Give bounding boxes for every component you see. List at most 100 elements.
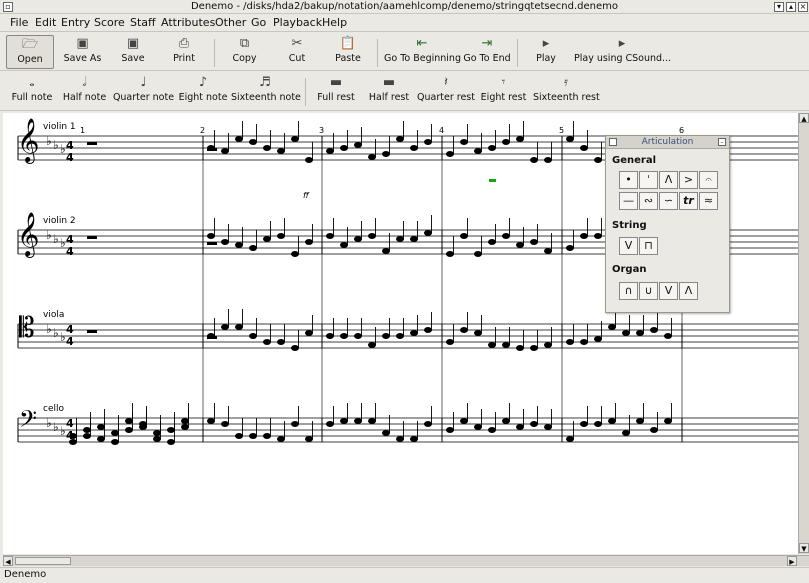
notehead[interactable] [167, 439, 175, 445]
menu-staff[interactable]: Staff [130, 16, 156, 30]
notehead[interactable] [368, 154, 376, 160]
notehead[interactable] [382, 151, 390, 157]
right-toe-button[interactable]: Λ [679, 282, 698, 300]
notehead[interactable] [446, 151, 454, 157]
tenuto-button[interactable]: — [619, 192, 638, 210]
notehead[interactable] [650, 327, 658, 333]
notehead[interactable] [207, 145, 215, 151]
notehead[interactable] [410, 145, 418, 151]
sixteenth-note-button[interactable]: ♬ Sixteenth note [231, 74, 301, 108]
menu-playback[interactable]: Playback [273, 16, 322, 30]
menu-help[interactable]: Help [322, 16, 347, 30]
notehead[interactable] [460, 139, 468, 145]
scroll-up-icon[interactable]: ▲ [799, 113, 809, 123]
notehead[interactable] [249, 139, 257, 145]
notehead[interactable] [277, 148, 285, 154]
save-as-button[interactable]: ▣ Save As [60, 35, 105, 69]
notehead[interactable] [530, 239, 538, 245]
notehead[interactable] [636, 418, 644, 424]
notehead[interactable] [153, 430, 161, 436]
scroll-down-icon[interactable]: ▼ [799, 543, 809, 553]
menu-attributes[interactable]: Attributes [161, 16, 215, 30]
notehead[interactable] [474, 251, 482, 257]
notehead[interactable] [424, 139, 432, 145]
menu-entry[interactable]: Entry [61, 16, 90, 30]
notehead[interactable] [326, 421, 334, 427]
notehead[interactable] [474, 424, 482, 430]
window-menu-icon[interactable]: ▫ [3, 2, 13, 12]
notehead[interactable] [167, 427, 175, 433]
notehead[interactable] [326, 148, 334, 154]
notehead[interactable] [488, 427, 496, 433]
quarter-rest-button[interactable]: 𝄽 Quarter rest [417, 74, 475, 108]
open-button[interactable]: 🗁 Open [6, 35, 54, 69]
notehead[interactable] [410, 236, 418, 242]
sixteenth-rest-button[interactable]: 𝄿 Sixteenth rest [533, 74, 600, 108]
notehead[interactable] [221, 324, 229, 330]
notehead[interactable] [516, 424, 524, 430]
quarter-note-button[interactable]: ♩ Quarter note [112, 74, 175, 108]
notehead[interactable] [544, 248, 552, 254]
menu-edit[interactable]: Edit [35, 16, 56, 30]
notehead[interactable] [249, 333, 257, 339]
notehead[interactable] [460, 327, 468, 333]
half-rest-button[interactable]: ▬ Half rest [367, 74, 411, 108]
notehead[interactable] [305, 330, 313, 336]
full-note-button[interactable]: 𝅝 Full note [8, 74, 56, 108]
palette-close-icon[interactable]: – [718, 138, 726, 146]
notehead[interactable] [566, 436, 574, 442]
notehead[interactable] [368, 418, 376, 424]
play-button[interactable]: ▸ Play [530, 35, 562, 69]
notehead[interactable] [97, 424, 105, 430]
menu-file[interactable]: File [10, 16, 28, 30]
scroll-right-icon[interactable]: ▶ [787, 556, 797, 566]
notehead[interactable] [305, 239, 313, 245]
notehead[interactable] [354, 236, 362, 242]
notehead[interactable] [125, 418, 133, 424]
eighth-rest-button[interactable]: 𝄾 Eight rest [480, 74, 527, 108]
notehead[interactable] [382, 430, 390, 436]
reverse-turn-button[interactable]: ∽ [659, 192, 678, 210]
notehead[interactable] [207, 418, 215, 424]
go-to-end-button[interactable]: ⇥ Go To End [462, 35, 512, 69]
notehead[interactable] [291, 421, 299, 427]
notehead[interactable] [594, 157, 602, 163]
notehead[interactable] [446, 251, 454, 257]
maximize-icon[interactable]: ▴ [786, 2, 796, 12]
notehead[interactable] [277, 436, 285, 442]
notehead[interactable] [139, 421, 147, 427]
notehead[interactable] [340, 145, 348, 151]
close-icon[interactable]: × [798, 2, 808, 12]
menu-other[interactable]: Other [215, 16, 246, 30]
notehead[interactable] [396, 236, 404, 242]
notehead[interactable] [291, 345, 299, 351]
half-note-button[interactable]: 𝅗𝅥 Half note [61, 74, 108, 108]
horizontal-scrollbar[interactable]: ◀ ▶ [3, 555, 809, 566]
notehead[interactable] [354, 333, 362, 339]
notehead[interactable] [396, 333, 404, 339]
palette-menu-icon[interactable] [609, 138, 617, 146]
notehead[interactable] [396, 436, 404, 442]
notehead[interactable] [650, 427, 658, 433]
notehead[interactable] [354, 418, 362, 424]
notehead[interactable] [594, 233, 602, 239]
notehead[interactable] [111, 430, 119, 436]
notehead[interactable] [207, 233, 215, 239]
notehead[interactable] [263, 433, 271, 439]
notehead[interactable] [263, 145, 271, 151]
staccato-button[interactable]: • [619, 171, 638, 189]
notehead[interactable] [83, 433, 91, 439]
left-heel-button[interactable]: V [659, 282, 678, 300]
notehead[interactable] [608, 324, 616, 330]
trill-button[interactable]: tr [679, 192, 698, 210]
save-button[interactable]: ▣ Save [112, 35, 154, 69]
turn-button[interactable]: ∾ [639, 192, 658, 210]
notehead[interactable] [566, 245, 574, 251]
notehead[interactable] [277, 233, 285, 239]
eighth-note-button[interactable]: ♪ Eight note [178, 74, 228, 108]
full-rest-button[interactable]: ▬ Full rest [314, 74, 358, 108]
notehead[interactable] [181, 418, 189, 424]
notehead[interactable] [396, 136, 404, 142]
notehead[interactable] [516, 242, 524, 248]
notehead[interactable] [235, 324, 243, 330]
